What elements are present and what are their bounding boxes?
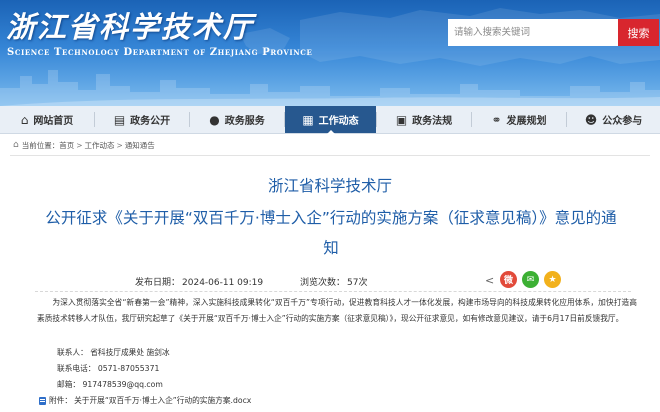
view-count-value: 57次 xyxy=(347,278,368,288)
contact-phone: 联系电话： 0571-87055371 xyxy=(57,364,160,373)
breadcrumb-separator: > xyxy=(116,140,123,150)
nav-label: 公众参与 xyxy=(602,116,643,127)
chat-bubble-icon: ● xyxy=(209,112,220,127)
document-icon: ▣ xyxy=(395,112,408,127)
nav-label: 工作动态 xyxy=(318,116,359,127)
attachment-label: 附件： xyxy=(49,396,73,405)
document-icon xyxy=(39,396,46,405)
qzone-icon[interactable]: ★ xyxy=(544,271,561,288)
search-input[interactable] xyxy=(448,19,618,46)
handshake-icon: ⚭ xyxy=(491,112,502,127)
article-title: 公开征求《关于开展“双百千万·博士入企”行动的实施方案（征求意见稿）》意见的通知 xyxy=(45,209,617,257)
nav-item-government-services[interactable]: ● 政务服务 xyxy=(190,106,284,133)
nav-item-government-affairs[interactable]: ▤ 政务公开 xyxy=(95,106,189,133)
publish-date-value: 2024-06-11 09:19 xyxy=(182,278,264,288)
breadcrumb-home[interactable]: 首页 xyxy=(59,140,74,151)
weibo-icon[interactable]: 微 xyxy=(500,271,517,288)
location-home-icon: ⌂ xyxy=(13,140,19,150)
calendar-icon: ▦ xyxy=(302,112,314,127)
book-icon: ▤ xyxy=(113,112,126,127)
article-meta: 发布日期： 2024-06-11 09:19 浏览次数： 57次 < 微 ✉ ★ xyxy=(0,271,660,289)
search-bar: 搜索 xyxy=(448,19,659,46)
home-icon: ⌂ xyxy=(20,112,29,127)
site-banner: 浙江省科学技术厅 Science Technology Department o… xyxy=(0,0,660,106)
view-count: 浏览次数： 57次 xyxy=(300,275,367,288)
contact-email: 邮箱： 917478539@qq.com xyxy=(57,380,163,389)
people-icon: ☻ xyxy=(584,112,598,127)
share-icon[interactable]: < xyxy=(485,274,494,287)
breadcrumb-separator: > xyxy=(76,140,83,150)
publish-date: 发布日期： 2024-06-11 09:19 xyxy=(135,275,263,288)
attachment: 附件： 关于开展“双百千万·博士入企”行动的实施方案.docx xyxy=(39,395,251,406)
search-button[interactable]: 搜索 xyxy=(618,19,659,46)
nav-item-home[interactable]: ⌂ 网站首页 xyxy=(0,106,94,133)
attachment-link[interactable]: 关于开展“双百千万·博士入企”行动的实施方案.docx xyxy=(74,395,251,406)
article-body: 为深入贯彻落实全省“新春第一会”精神，深入实施科技成果转化“双百千万”专项行动，… xyxy=(37,298,637,323)
nav-label: 政务法规 xyxy=(412,116,453,127)
site-title: 浙江省科学技术厅 xyxy=(6,10,255,44)
view-count-label: 浏览次数： xyxy=(300,278,346,288)
nav-item-regulations[interactable]: ▣ 政务法规 xyxy=(377,106,471,133)
nav-label: 政务公开 xyxy=(130,116,171,127)
site-subtitle: Science Technology Department of Zhejian… xyxy=(7,47,313,58)
nav-item-work-news[interactable]: ▦ 工作动态 xyxy=(285,106,376,134)
nav-label: 政务服务 xyxy=(224,116,265,127)
contact-person: 联系人： 省科技厅成果处 施剑冰 xyxy=(57,348,170,357)
breadcrumb-work-news[interactable]: 工作动态 xyxy=(85,140,115,151)
publish-date-label: 发布日期： xyxy=(135,278,181,288)
main-nav: ⌂ 网站首页 ▤ 政务公开 ● 政务服务 ▦ 工作动态 ▣ 政务法规 ⚭ 发展规… xyxy=(0,106,660,134)
article-organization: 浙江省科学技术厅 xyxy=(267,177,392,195)
breadcrumb-notices[interactable]: 通知通告 xyxy=(125,140,155,151)
breadcrumb-prefix: 当前位置： xyxy=(21,140,60,150)
nav-label: 网站首页 xyxy=(33,116,74,127)
meta-divider xyxy=(35,291,631,292)
nav-item-development-plan[interactable]: ⚭ 发展规划 xyxy=(472,106,566,133)
breadcrumb: ⌂ 当前位置： 首页 > 工作动态 > 通知通告 xyxy=(13,139,155,151)
wechat-icon[interactable]: ✉ xyxy=(522,271,539,288)
nav-label: 发展规划 xyxy=(506,116,547,127)
breadcrumb-divider xyxy=(10,155,650,156)
nav-item-public-participation[interactable]: ☻ 公众参与 xyxy=(567,106,660,133)
